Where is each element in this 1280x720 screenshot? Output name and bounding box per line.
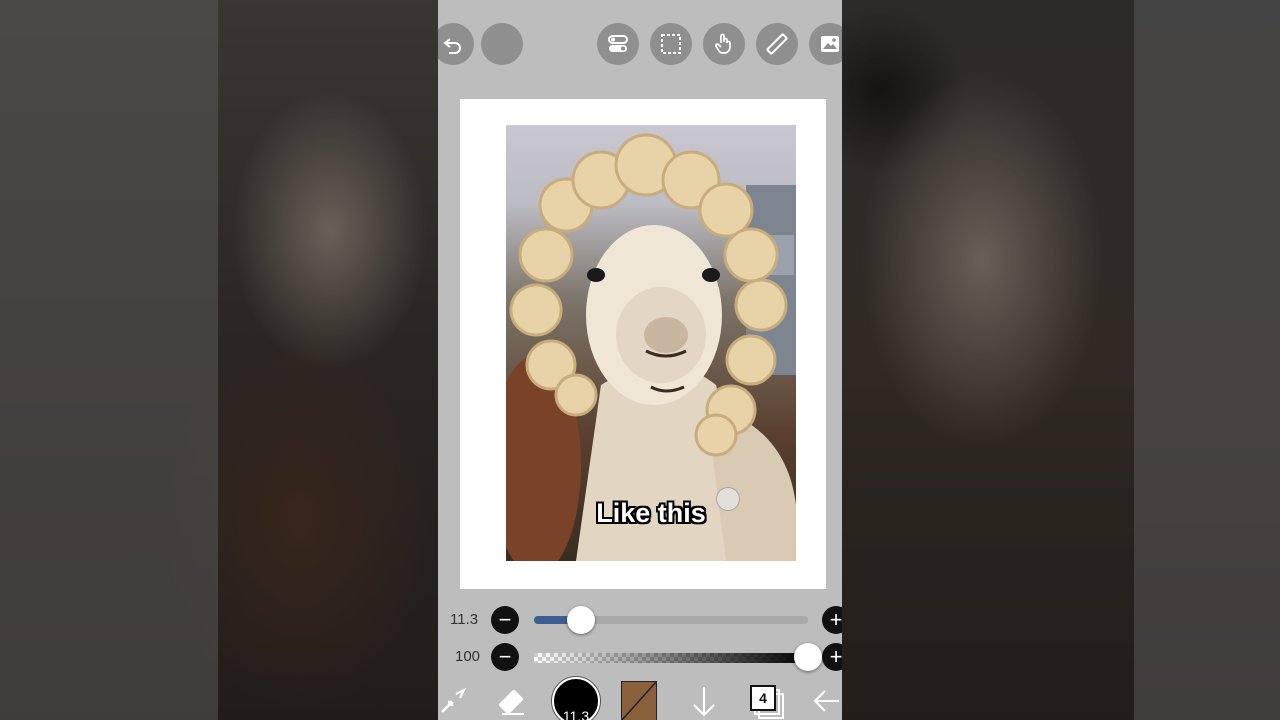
arrow-down-icon bbox=[693, 687, 715, 717]
eraser-icon bbox=[499, 690, 524, 715]
opacity-plus-button[interactable]: + bbox=[822, 643, 842, 671]
selection-button[interactable] bbox=[650, 23, 692, 65]
color-swatch bbox=[621, 681, 657, 720]
layers-icon: 4 bbox=[750, 685, 784, 719]
opacity-value: 100 bbox=[455, 648, 481, 665]
color-button[interactable] bbox=[621, 681, 657, 720]
brush-size-knob[interactable] bbox=[566, 606, 595, 634]
opacity-row: 100 − + bbox=[438, 642, 842, 672]
arrow-left-icon bbox=[813, 690, 839, 712]
opacity-slider[interactable] bbox=[534, 653, 808, 663]
ruler-button[interactable] bbox=[756, 23, 798, 65]
undo-icon bbox=[443, 38, 461, 54]
drawing-app: Like this 11.3 − + 100 − + 11.3 4 bbox=[438, 0, 842, 720]
toggle-button[interactable] bbox=[597, 23, 639, 65]
transform-button[interactable] bbox=[438, 682, 468, 720]
eraser-button[interactable] bbox=[494, 682, 530, 720]
transform-icon bbox=[441, 687, 467, 713]
brush-size-button[interactable]: 11.3 bbox=[552, 677, 600, 720]
brush-size-label: 11.3 bbox=[562, 708, 590, 720]
undo-button[interactable] bbox=[438, 23, 474, 65]
brush-cursor bbox=[716, 487, 740, 511]
hand-tool-button[interactable] bbox=[703, 23, 745, 65]
opacity-knob[interactable] bbox=[794, 643, 822, 671]
alpaca-illustration bbox=[506, 133, 796, 561]
hand-icon bbox=[715, 33, 731, 54]
plus-icon: + bbox=[829, 644, 842, 669]
minus-icon: − bbox=[498, 644, 512, 669]
ruler-icon bbox=[766, 33, 788, 55]
background-right bbox=[842, 0, 1280, 720]
brush-size-value: 11.3 bbox=[450, 611, 479, 628]
plus-icon: + bbox=[829, 607, 842, 632]
toggle-icon bbox=[608, 35, 628, 52]
brush-preview-icon: 11.3 bbox=[552, 677, 600, 720]
image-button[interactable] bbox=[809, 23, 842, 65]
layers-button[interactable]: 4 bbox=[748, 682, 784, 720]
brush-size-row: 11.3 − + bbox=[438, 605, 842, 635]
redo-button[interactable] bbox=[481, 23, 523, 65]
opacity-minus-button[interactable]: − bbox=[491, 643, 519, 671]
alpaca-photo: Like this bbox=[506, 125, 796, 561]
minus-icon: − bbox=[498, 607, 512, 632]
layer-down-button[interactable] bbox=[686, 682, 722, 720]
image-icon bbox=[821, 36, 839, 52]
background-left bbox=[0, 0, 438, 720]
brush-size-plus-button[interactable]: + bbox=[822, 606, 842, 634]
selection-icon bbox=[661, 34, 681, 54]
layer-count: 4 bbox=[750, 685, 776, 711]
bottom-toolbar: 11.3 4 bbox=[438, 677, 842, 720]
caption-text: Like this bbox=[596, 498, 706, 528]
back-button[interactable] bbox=[810, 682, 842, 720]
brush-size-minus-button[interactable]: − bbox=[491, 606, 519, 634]
